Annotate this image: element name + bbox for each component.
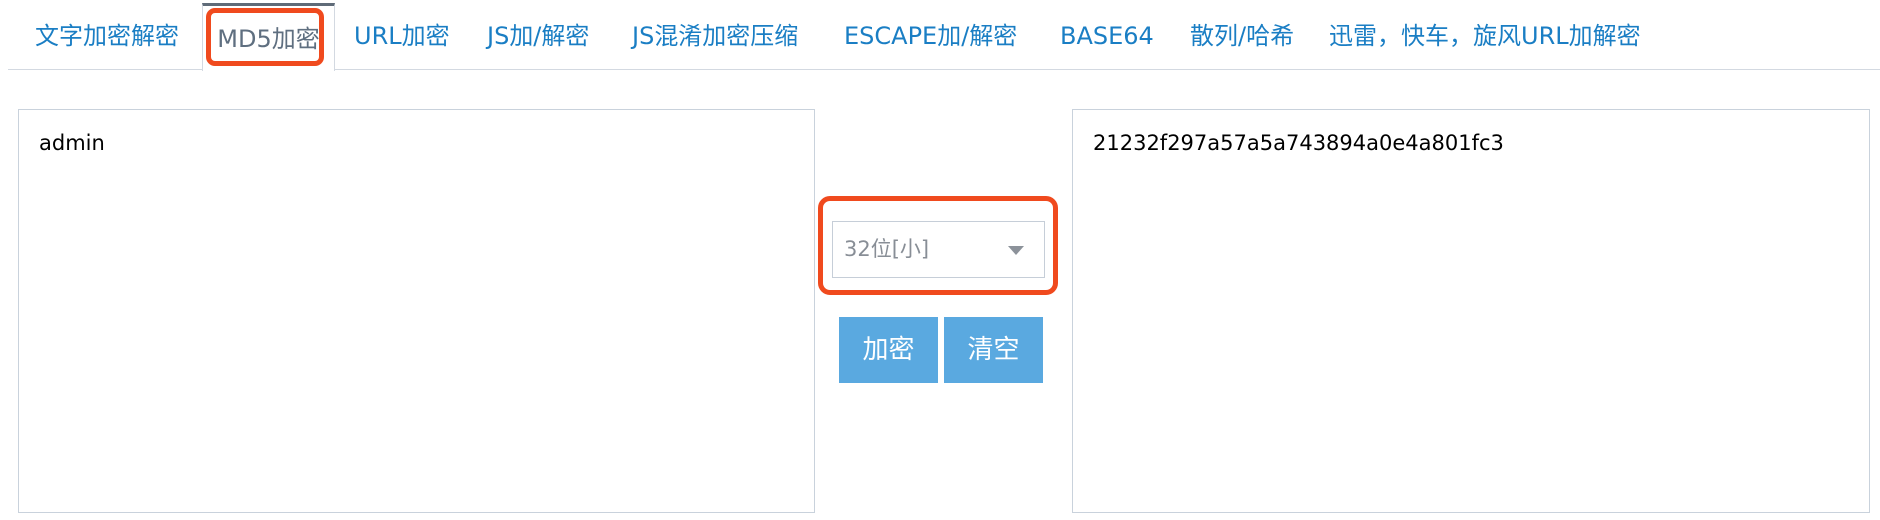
plaintext-input[interactable]: admin xyxy=(18,109,815,513)
tab-js-obfuscate[interactable]: JS混淆加密压缩 xyxy=(632,0,798,70)
mode-select-value: 32位[小] xyxy=(844,237,930,261)
mode-select[interactable]: 32位[小] xyxy=(832,221,1045,278)
tab-hash[interactable]: 散列/哈希 xyxy=(1190,0,1294,70)
tab-thunder-url[interactable]: 迅雷，快车，旋风URL加解密 xyxy=(1329,0,1641,70)
chevron-down-icon xyxy=(1008,246,1024,255)
tab-url-encrypt[interactable]: URL加密 xyxy=(354,0,450,70)
hash-output[interactable]: 21232f297a57a5a743894a0e4a801fc3 xyxy=(1072,109,1870,513)
tab-escape[interactable]: ESCAPE加/解密 xyxy=(844,0,1017,70)
tab-js-encrypt[interactable]: JS加/解密 xyxy=(487,0,589,70)
tab-base64[interactable]: BASE64 xyxy=(1060,0,1154,70)
encrypt-button[interactable]: 加密 xyxy=(839,317,938,383)
clear-button[interactable]: 清空 xyxy=(944,317,1043,383)
highlight-outline-tab xyxy=(206,8,324,66)
tab-text-encrypt[interactable]: 文字加密解密 xyxy=(35,0,179,70)
